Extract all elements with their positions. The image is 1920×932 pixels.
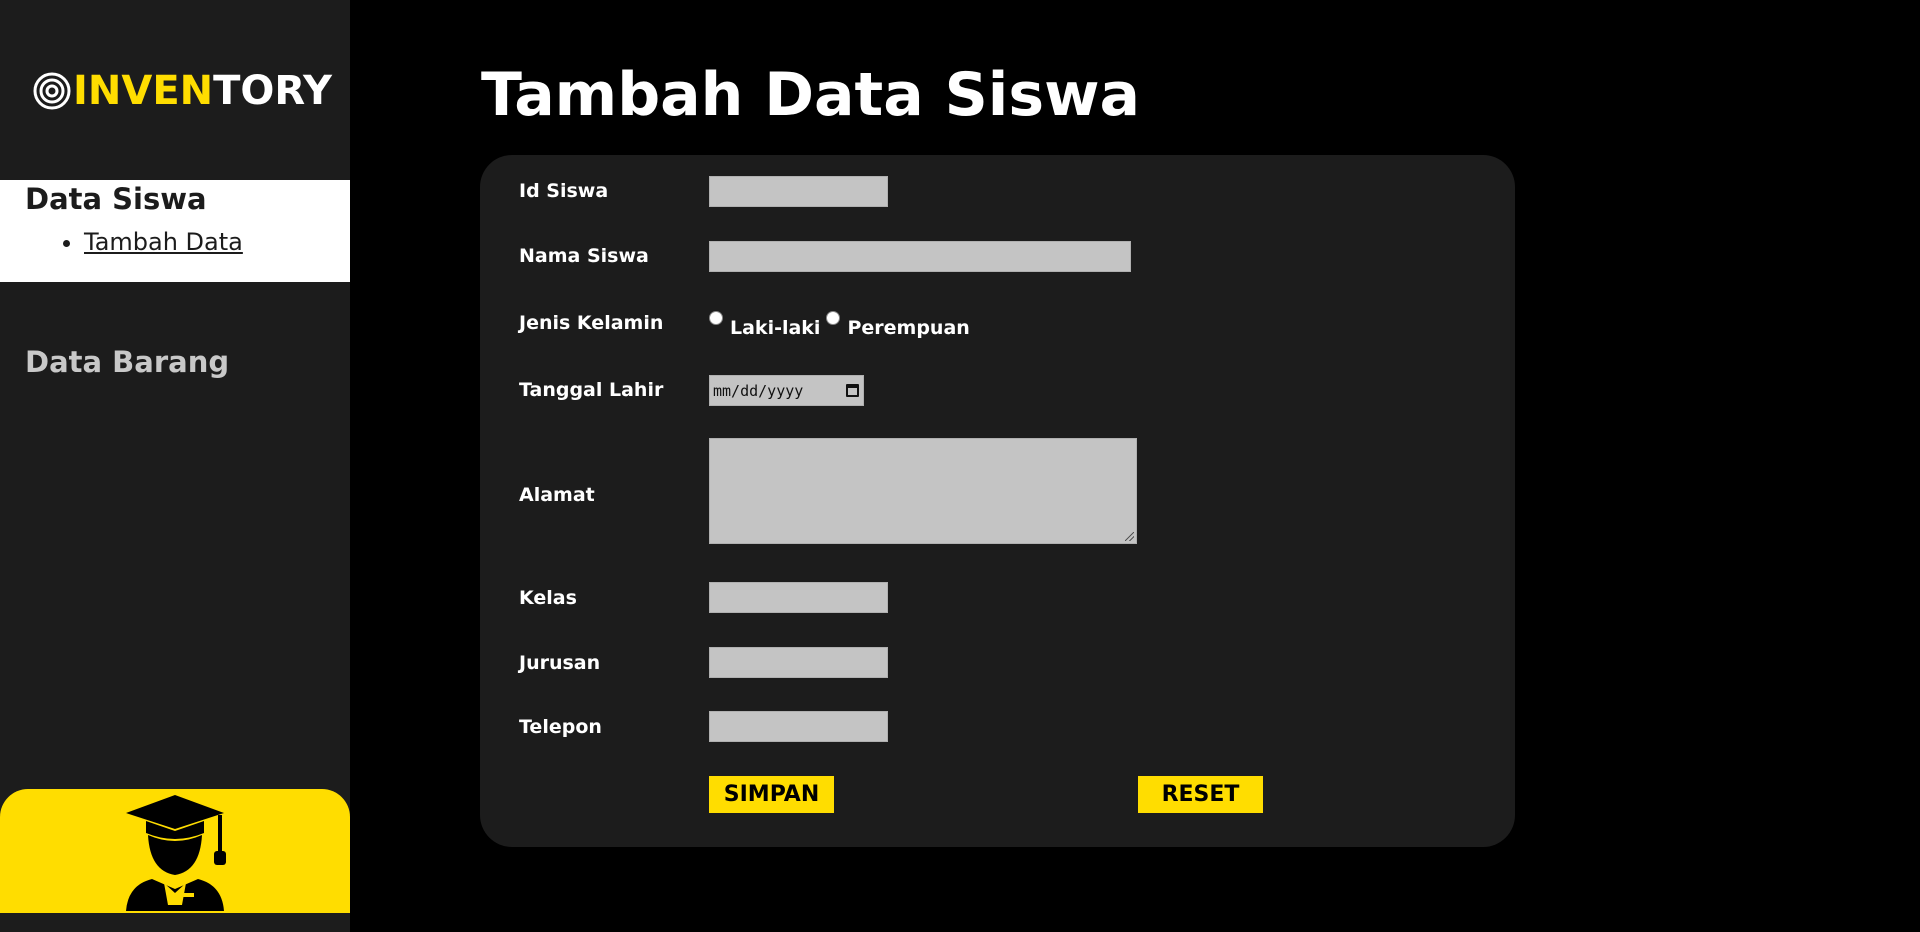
- major-label: Jurusan: [519, 652, 601, 674]
- sidebar-subitem-tambah-data: Tambah Data: [63, 228, 243, 256]
- gender-label: Jenis Kelamin: [519, 312, 664, 334]
- graduate-student-icon: [126, 795, 226, 911]
- phone-input[interactable]: [709, 711, 888, 742]
- reset-button[interactable]: RESET: [1138, 776, 1263, 813]
- resize-grip-icon[interactable]: [1125, 532, 1134, 541]
- class-input[interactable]: [709, 582, 888, 613]
- birthdate-placeholder: mm/dd/yyyy: [713, 381, 804, 400]
- sidebar: INVEN TORY Data Siswa Tambah Data Data Ba…: [0, 0, 350, 932]
- brand-name-part1: INVEN: [73, 68, 214, 114]
- radio-female[interactable]: [826, 311, 841, 325]
- radio-female-label[interactable]: Perempuan: [847, 317, 969, 339]
- student-form: Id Siswa Nama Siswa Jenis Kelamin Laki-l…: [480, 155, 1515, 847]
- page-title: Tambah Data Siswa: [481, 60, 1141, 130]
- address-textarea[interactable]: [709, 438, 1137, 544]
- sidebar-section-data-siswa: Data Siswa Tambah Data: [0, 180, 350, 282]
- save-button[interactable]: SIMPAN: [709, 776, 834, 813]
- address-label: Alamat: [519, 484, 595, 506]
- sidebar-footer: [0, 789, 350, 913]
- phone-label: Telepon: [519, 716, 602, 738]
- sidebar-item-data-siswa[interactable]: Data Siswa: [25, 182, 207, 216]
- birthdate-input[interactable]: mm/dd/yyyy: [709, 375, 864, 406]
- major-input[interactable]: [709, 647, 888, 678]
- radio-male-label[interactable]: Laki-laki: [730, 317, 820, 339]
- tambah-data-link[interactable]: Tambah Data: [84, 228, 243, 256]
- name-label: Nama Siswa: [519, 245, 649, 267]
- radio-male[interactable]: [709, 311, 723, 325]
- calendar-icon[interactable]: [846, 384, 859, 397]
- birthdate-label: Tanggal Lahir: [519, 379, 664, 401]
- brand-logo[interactable]: INVEN TORY: [33, 68, 332, 114]
- id-input[interactable]: [709, 176, 888, 207]
- id-label: Id Siswa: [519, 180, 609, 202]
- gender-radio-group: Laki-laki Perempuan: [709, 311, 976, 339]
- brand-name-part2: TORY: [213, 68, 332, 114]
- target-icon: [33, 72, 71, 110]
- bullet-icon: [63, 239, 70, 247]
- name-input[interactable]: [709, 241, 1131, 272]
- sidebar-item-data-barang[interactable]: Data Barang: [25, 345, 229, 379]
- class-label: Kelas: [519, 587, 577, 609]
